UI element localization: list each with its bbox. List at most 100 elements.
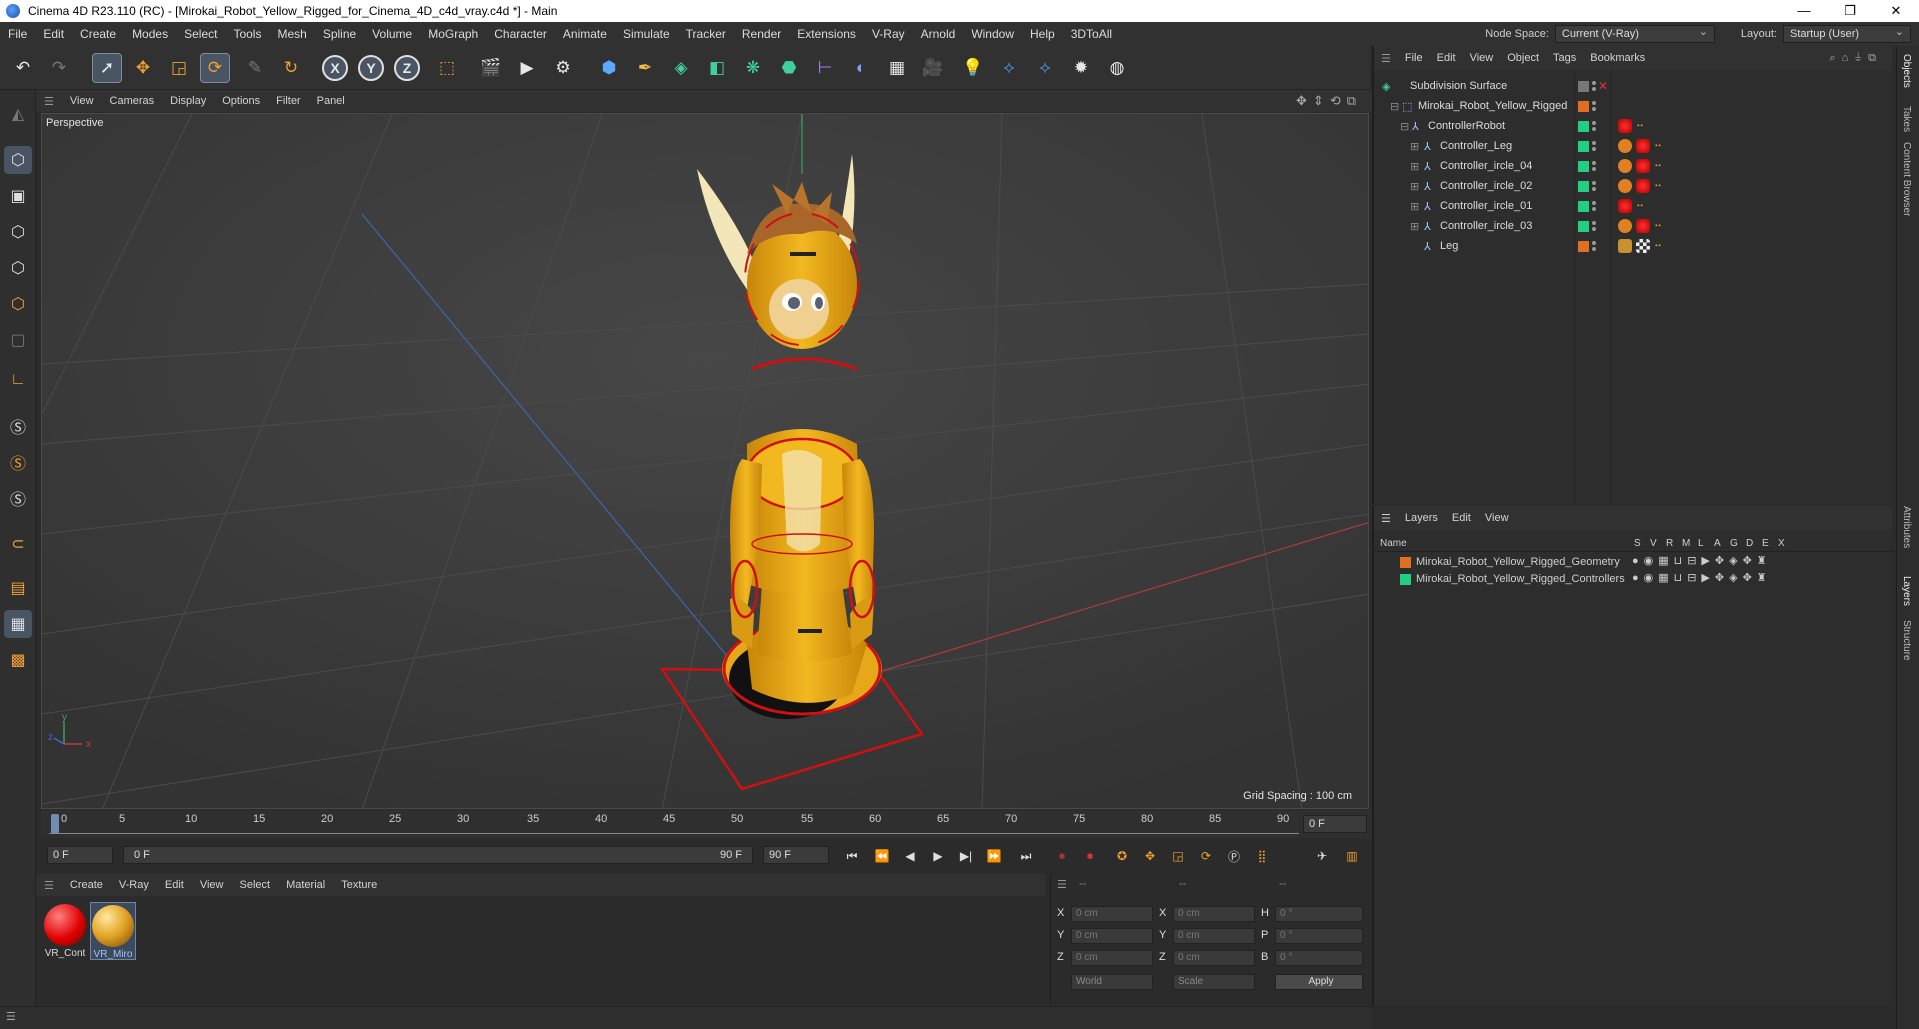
points-mode-icon[interactable]: ⬡: [4, 218, 32, 246]
menu-help[interactable]: Help: [1022, 27, 1063, 41]
key-parameter-icon[interactable]: Ⓟ: [1223, 846, 1245, 866]
material-menu-texture[interactable]: Texture: [333, 879, 385, 891]
texture-mode-icon[interactable]: ▣: [4, 182, 32, 210]
scale-icon[interactable]: ◲: [164, 53, 194, 83]
layer-color-swatch[interactable]: [1400, 557, 1411, 568]
python-icon[interactable]: ⟡: [994, 53, 1024, 83]
menu-simulate[interactable]: Simulate: [615, 27, 678, 41]
object-row-controller-ircle-02[interactable]: ⊞ ⅄ Controller_ircle_02 ⠒: [1374, 176, 1894, 196]
texture-tag-icon[interactable]: [1636, 239, 1650, 253]
maximize-button[interactable]: ❐: [1827, 0, 1873, 22]
object-row-controller-ircle-04[interactable]: ⊞ ⅄ Controller_ircle_04 ⠒: [1374, 156, 1894, 176]
objects-menu-bookmarks[interactable]: Bookmarks: [1583, 52, 1652, 64]
material-tag-icon[interactable]: [1636, 219, 1650, 233]
visibility-dots-icon[interactable]: [1592, 140, 1596, 152]
material-tag-icon[interactable]: [1636, 139, 1650, 153]
coords-rot-h-field[interactable]: 0 °: [1275, 906, 1363, 922]
status-hamburger-icon[interactable]: ☰: [6, 1010, 16, 1023]
snap-settings-icon[interactable]: Ⓢ: [4, 448, 32, 476]
protection-tag-icon[interactable]: [1618, 179, 1632, 193]
viewport-menu-filter[interactable]: Filter: [268, 95, 308, 107]
next-frame-icon[interactable]: ▶|: [955, 846, 977, 866]
layer-color-swatch[interactable]: [1400, 574, 1411, 585]
objects-toolbar-icons[interactable]: ⌕⌂⏚⧉: [1830, 52, 1883, 65]
edges-mode-icon[interactable]: ⬡: [4, 254, 32, 282]
layer-color-swatch[interactable]: [1578, 140, 1589, 152]
coords-size-y-field[interactable]: 0 cm: [1173, 928, 1255, 944]
object-row-controller-ircle-03[interactable]: ⊞ ⅄ Controller_ircle_03 ⠒: [1374, 216, 1894, 236]
perspective-viewport[interactable]: Perspective y x z Grid Spacing : 100 cm: [41, 113, 1369, 809]
menu-edit[interactable]: Edit: [35, 27, 72, 41]
visibility-dots-icon[interactable]: [1592, 240, 1596, 252]
tree-expand-icon[interactable]: ⊞: [1410, 140, 1422, 153]
visibility-dots-icon[interactable]: [1592, 200, 1596, 212]
material-menu-select[interactable]: Select: [232, 879, 279, 891]
tag-dots-icon[interactable]: ⠒: [1654, 160, 1662, 173]
keyframe-selection-icon[interactable]: ✪: [1111, 846, 1133, 866]
tab-content-browser[interactable]: Content Browser: [1901, 142, 1912, 216]
object-row-leg[interactable]: ⅄ Leg ⠒: [1374, 236, 1894, 256]
objects-menu-tags[interactable]: Tags: [1546, 52, 1583, 64]
coords-pos-x-field[interactable]: 0 cm: [1071, 906, 1153, 922]
tag-dots-icon[interactable]: ⠒: [1654, 140, 1662, 153]
layer-color-swatch[interactable]: [1578, 200, 1589, 212]
visibility-dots-icon[interactable]: [1592, 220, 1596, 232]
visibility-dots-icon[interactable]: [1592, 80, 1596, 92]
tag-dots-icon[interactable]: ⠒: [1654, 240, 1662, 253]
menu-vray[interactable]: V-Ray: [864, 27, 913, 41]
play-icon[interactable]: ▶: [927, 846, 949, 866]
objects-menu-object[interactable]: Object: [1500, 52, 1546, 64]
coords-pos-z-field[interactable]: 0 cm: [1071, 950, 1153, 966]
objects-menu-edit[interactable]: Edit: [1430, 52, 1463, 64]
coords-rot-b-field[interactable]: 0 °: [1275, 950, 1363, 966]
redo-icon[interactable]: ↷: [44, 53, 74, 83]
viewport-nav-icons[interactable]: ✥⇕⟲⧉: [1296, 93, 1362, 109]
visibility-dots-icon[interactable]: [1592, 180, 1596, 192]
bend-icon[interactable]: ⊢: [810, 53, 840, 83]
tab-structure[interactable]: Structure: [1901, 620, 1912, 661]
viewport-menu-view[interactable]: View: [62, 95, 102, 107]
close-button[interactable]: ✕: [1873, 0, 1919, 22]
vray-settings-icon[interactable]: ✹: [1066, 53, 1096, 83]
menu-mesh[interactable]: Mesh: [269, 27, 314, 41]
material-tag-icon[interactable]: [1618, 119, 1632, 133]
coords-type-dropdown[interactable]: Scale: [1173, 974, 1255, 990]
select-arrow-icon[interactable]: ➚: [92, 53, 122, 83]
camera-icon[interactable]: 🎥: [918, 53, 948, 83]
objects-hamburger-icon[interactable]: ☰: [1374, 52, 1398, 65]
playhead[interactable]: [51, 814, 59, 834]
z-axis-lock-icon[interactable]: Z: [394, 55, 420, 81]
grid-icon[interactable]: ▦: [4, 610, 32, 638]
objects-menu-file[interactable]: File: [1398, 52, 1430, 64]
material-menu-view[interactable]: View: [192, 879, 232, 891]
vray-globe-icon[interactable]: ◍: [1102, 53, 1132, 83]
workplane-icon[interactable]: ▤: [4, 574, 32, 602]
skin-tag-icon[interactable]: [1618, 239, 1632, 253]
y-axis-lock-icon[interactable]: Y: [358, 55, 384, 81]
protection-tag-icon[interactable]: [1618, 159, 1632, 173]
tab-layers[interactable]: Layers: [1901, 576, 1912, 606]
tree-expand-icon[interactable]: ⊟: [1390, 100, 1402, 113]
next-key-icon[interactable]: ⏩: [983, 846, 1005, 866]
material-tag-icon[interactable]: [1636, 179, 1650, 193]
tree-expand-icon[interactable]: ⊞: [1410, 160, 1422, 173]
key-position-icon[interactable]: ✥: [1139, 846, 1161, 866]
layer-row-controllers[interactable]: Mirokai_Robot_Yellow_Rigged_Controllers …: [1374, 571, 1894, 588]
tag-dots-icon[interactable]: ⠒: [1654, 220, 1662, 233]
menu-3dtoall[interactable]: 3DToAll: [1063, 27, 1120, 41]
menu-window[interactable]: Window: [963, 27, 1022, 41]
tag-dots-icon[interactable]: ⠒: [1636, 200, 1644, 213]
make-editable-icon[interactable]: ◭: [4, 100, 32, 128]
viewport-menu-panel[interactable]: Panel: [309, 95, 353, 107]
material-menu-create[interactable]: Create: [62, 879, 111, 891]
tree-expand-icon[interactable]: ⊞: [1410, 200, 1422, 213]
current-frame-field[interactable]: 0 F: [1303, 815, 1367, 833]
menu-modes[interactable]: Modes: [124, 27, 176, 41]
tag-dots-icon[interactable]: ⠒: [1654, 180, 1662, 193]
x-axis-lock-icon[interactable]: X: [322, 55, 348, 81]
light-icon[interactable]: 💡: [958, 53, 988, 83]
menu-animate[interactable]: Animate: [555, 27, 615, 41]
key-scale-icon[interactable]: ◲: [1167, 846, 1189, 866]
uv-mode-icon[interactable]: ▢: [4, 326, 32, 354]
polygons-mode-icon[interactable]: ⬡: [4, 290, 32, 318]
